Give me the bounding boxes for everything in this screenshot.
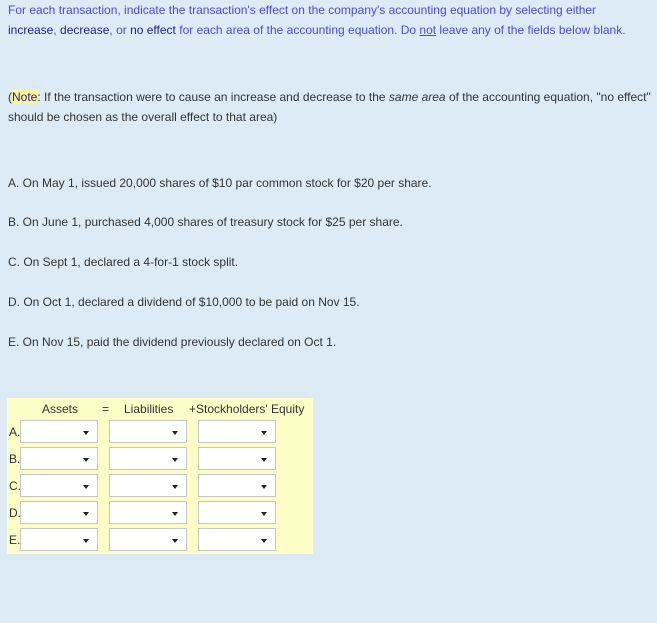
header-equals: =: [102, 402, 110, 416]
row-label-b: B.: [9, 452, 21, 466]
select-liabilities-e[interactable]: [109, 528, 187, 551]
instructions-text: For each transaction, indicate the trans…: [8, 3, 597, 17]
select-assets-a[interactable]: [20, 420, 98, 443]
select-equity-b[interactable]: [198, 447, 276, 470]
transaction-c: C. On Sept 1, declared a 4-for-1 stock s…: [8, 255, 239, 269]
dropdown-arrow-icon: [172, 485, 178, 489]
dropdown-arrow-icon: [172, 431, 178, 435]
dropdown-arrow-icon: [83, 539, 89, 543]
select-assets-b[interactable]: [20, 447, 98, 470]
header-assets: Assets: [42, 402, 79, 416]
select-liabilities-c[interactable]: [109, 474, 187, 497]
select-liabilities-a[interactable]: [109, 420, 187, 443]
dropdown-arrow-icon: [172, 539, 178, 543]
dropdown-arrow-icon: [261, 539, 267, 543]
accounting-equation-table: Assets = Liabilities +Stockholders' Equi…: [7, 398, 313, 554]
note-text: : If the transaction were to cause an in…: [37, 90, 389, 104]
transaction-b: B. On June 1, purchased 4,000 shares of …: [8, 215, 403, 229]
select-liabilities-d[interactable]: [109, 501, 187, 524]
note-emphasis: same area: [388, 90, 446, 104]
dropdown-arrow-icon: [83, 512, 89, 516]
select-equity-e[interactable]: [198, 528, 276, 551]
dropdown-arrow-icon: [83, 431, 89, 435]
note-label: Note: [12, 90, 38, 104]
dropdown-arrow-icon: [83, 458, 89, 462]
dropdown-arrow-icon: [261, 431, 267, 435]
row-label-e: E.: [9, 533, 21, 547]
select-equity-d[interactable]: [198, 501, 276, 524]
select-assets-c[interactable]: [20, 474, 98, 497]
dropdown-arrow-icon: [172, 458, 178, 462]
header-stockholders-equity: +Stockholders' Equity: [189, 402, 305, 416]
dropdown-arrow-icon: [261, 512, 267, 516]
keyword-increase: increase: [8, 22, 54, 37]
select-assets-e[interactable]: [20, 528, 98, 551]
dropdown-arrow-icon: [261, 458, 267, 462]
keyword-no-effect: no effect: [130, 22, 176, 37]
instructions-emphasis-not: not: [419, 22, 437, 37]
dropdown-arrow-icon: [172, 512, 178, 516]
select-equity-c[interactable]: [198, 474, 276, 497]
transaction-e: E. On Nov 15, paid the dividend previous…: [8, 335, 337, 349]
keyword-decrease: decrease: [60, 22, 110, 37]
dropdown-arrow-icon: [83, 485, 89, 489]
select-assets-d[interactable]: [20, 501, 98, 524]
select-equity-a[interactable]: [198, 420, 276, 443]
row-label-a: A.: [9, 425, 21, 439]
instructions-text: leave any of the fields below blank.: [436, 22, 626, 37]
instructions-separator: , or: [109, 22, 131, 37]
select-liabilities-b[interactable]: [109, 447, 187, 470]
transaction-d: D. On Oct 1, declared a dividend of $10,…: [8, 295, 360, 309]
instructions-text: for each area of the accounting equation…: [175, 22, 420, 37]
transaction-a: A. On May 1, issued 20,000 shares of $10…: [8, 176, 432, 190]
header-liabilities: Liabilities: [124, 402, 174, 416]
note: (Note: If the transaction were to cause …: [8, 88, 653, 127]
instructions: For each transaction, indicate the trans…: [8, 1, 648, 40]
dropdown-arrow-icon: [261, 485, 267, 489]
